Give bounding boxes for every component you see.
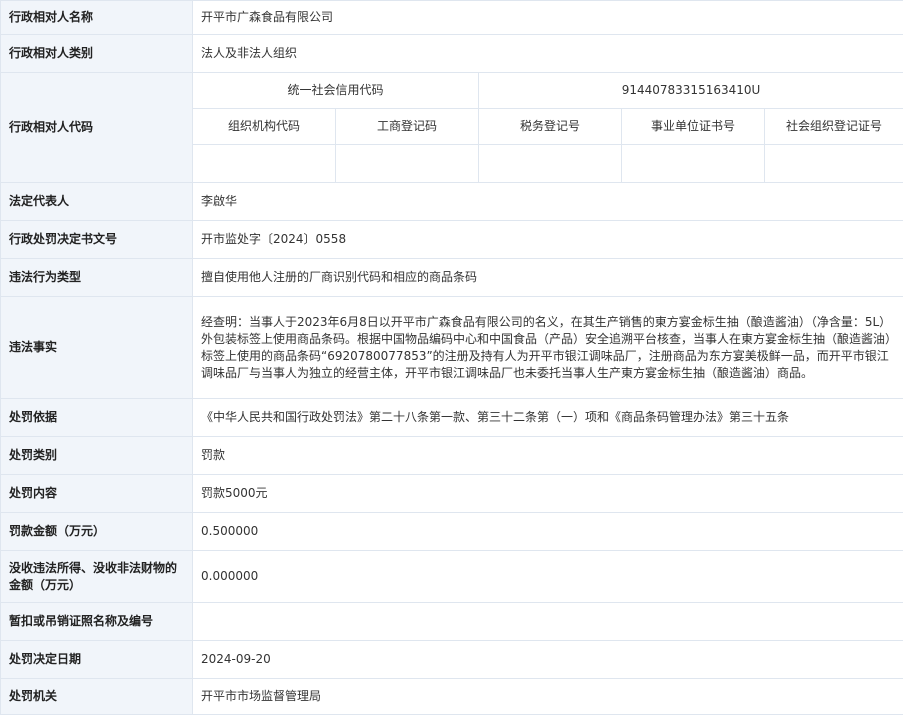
credit-code-label: 统一社会信用代码 <box>193 73 479 109</box>
basis-label: 处罚依据 <box>1 399 193 437</box>
fine-amount-value: 0.500000 <box>193 513 903 551</box>
confiscation-label: 没收违法所得、没收非法财物的金额（万元） <box>1 551 193 603</box>
violation-type-label: 违法行为类型 <box>1 259 193 297</box>
credit-code-value: 91440783315163410U <box>479 73 903 109</box>
party-category-value: 法人及非法人组织 <box>193 35 903 73</box>
decision-no-value: 开市监处字〔2024〕0558 <box>193 221 903 259</box>
party-name-value: 开平市广森食品有限公司 <box>193 1 903 35</box>
legal-rep-label: 法定代表人 <box>1 183 193 221</box>
party-category-label: 行政相对人类别 <box>1 35 193 73</box>
legal-rep-value: 李啟华 <box>193 183 903 221</box>
business-reg-value <box>336 145 479 183</box>
party-code-label: 行政相对人代码 <box>1 73 193 183</box>
tax-reg-value <box>479 145 622 183</box>
authority-value: 开平市市场监督管理局 <box>193 679 903 715</box>
facts-label: 违法事实 <box>1 297 193 399</box>
row-facts: 违法事实 经查明：当事人于2023年6月8日以开平市广森食品有限公司的名义，在其… <box>1 297 903 399</box>
penalty-type-label: 处罚类别 <box>1 437 193 475</box>
tax-reg-header: 税务登记号 <box>479 109 622 145</box>
row-fine-amount: 罚款金额（万元） 0.500000 <box>1 513 903 551</box>
row-penalty-type: 处罚类别 罚款 <box>1 437 903 475</box>
facts-value: 经查明：当事人于2023年6月8日以开平市广森食品有限公司的名义，在其生产销售的… <box>193 297 903 399</box>
institution-cert-header: 事业单位证书号 <box>622 109 765 145</box>
social-org-value <box>765 145 903 183</box>
authority-label: 处罚机关 <box>1 679 193 715</box>
penalty-content-value: 罚款5000元 <box>193 475 903 513</box>
decision-date-value: 2024-09-20 <box>193 641 903 679</box>
decision-date-label: 处罚决定日期 <box>1 641 193 679</box>
row-legal-rep: 法定代表人 李啟华 <box>1 183 903 221</box>
license-label: 暂扣或吊销证照名称及编号 <box>1 603 193 641</box>
penalty-info-table: 行政相对人名称 开平市广森食品有限公司 行政相对人类别 法人及非法人组织 行政相… <box>0 0 903 715</box>
institution-cert-value <box>622 145 765 183</box>
org-code-value <box>193 145 336 183</box>
penalty-type-value: 罚款 <box>193 437 903 475</box>
row-confiscation: 没收违法所得、没收非法财物的金额（万元） 0.000000 <box>1 551 903 603</box>
party-name-label: 行政相对人名称 <box>1 1 193 35</box>
confiscation-value: 0.000000 <box>193 551 903 603</box>
row-party-category: 行政相对人类别 法人及非法人组织 <box>1 35 903 73</box>
row-penalty-content: 处罚内容 罚款5000元 <box>1 475 903 513</box>
license-value <box>193 603 903 641</box>
business-reg-header: 工商登记码 <box>336 109 479 145</box>
row-license: 暂扣或吊销证照名称及编号 <box>1 603 903 641</box>
row-party-code: 行政相对人代码 统一社会信用代码 91440783315163410U <box>1 73 903 109</box>
decision-no-label: 行政处罚决定书文号 <box>1 221 193 259</box>
row-basis: 处罚依据 《中华人民共和国行政处罚法》第二十八条第一款、第三十二条第（一）项和《… <box>1 399 903 437</box>
social-org-header: 社会组织登记证号 <box>765 109 903 145</box>
row-party-name: 行政相对人名称 开平市广森食品有限公司 <box>1 1 903 35</box>
basis-value: 《中华人民共和国行政处罚法》第二十八条第一款、第三十二条第（一）项和《商品条码管… <box>193 399 903 437</box>
row-decision-date: 处罚决定日期 2024-09-20 <box>1 641 903 679</box>
row-authority: 处罚机关 开平市市场监督管理局 <box>1 679 903 715</box>
penalty-content-label: 处罚内容 <box>1 475 193 513</box>
row-violation-type: 违法行为类型 擅自使用他人注册的厂商识别代码和相应的商品条码 <box>1 259 903 297</box>
org-code-header: 组织机构代码 <box>193 109 336 145</box>
row-decision-no: 行政处罚决定书文号 开市监处字〔2024〕0558 <box>1 221 903 259</box>
violation-type-value: 擅自使用他人注册的厂商识别代码和相应的商品条码 <box>193 259 903 297</box>
fine-amount-label: 罚款金额（万元） <box>1 513 193 551</box>
